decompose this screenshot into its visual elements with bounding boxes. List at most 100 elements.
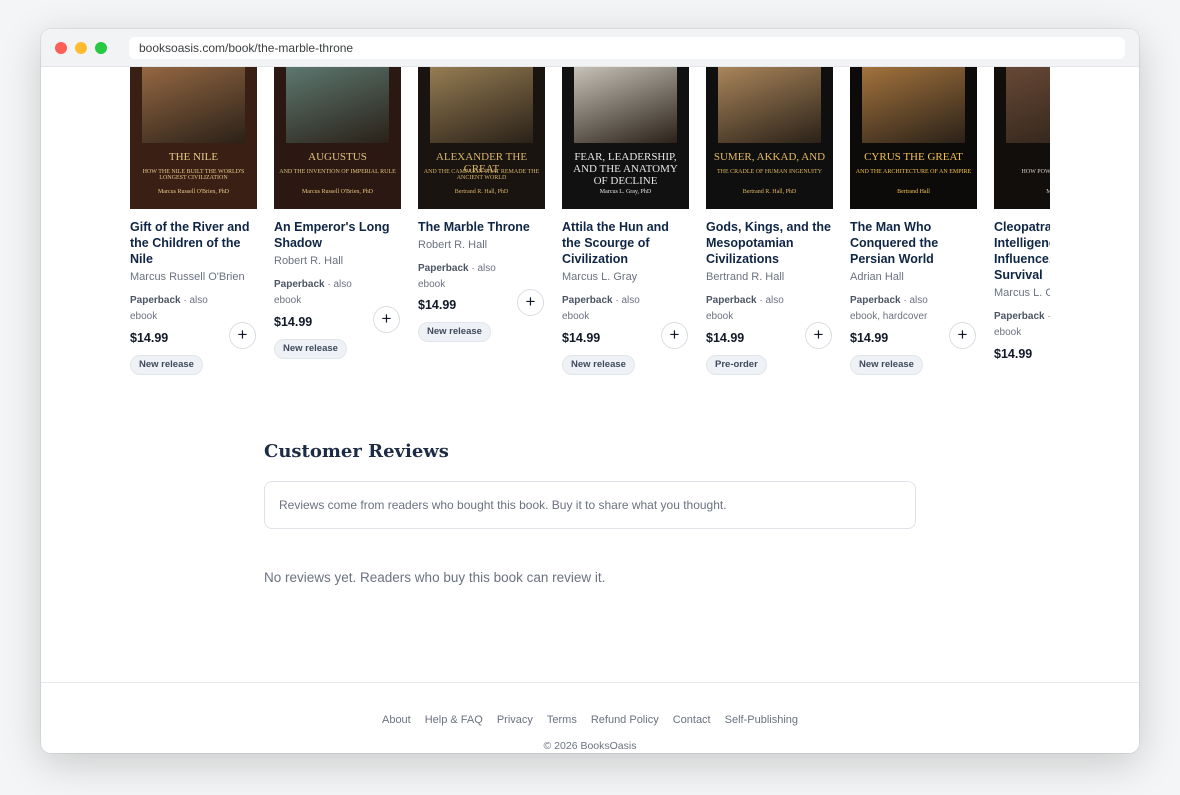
maximize-window-button[interactable] <box>95 42 107 54</box>
book-author[interactable]: Robert R. Hall <box>418 238 545 252</box>
book-price: $14.99 <box>706 331 745 345</box>
cover-author-text: Bertrand R. Hall, PhD <box>454 189 509 195</box>
book-format: Paperback · also ebook <box>994 309 1050 341</box>
cover-author-text: Marcus... <box>1046 189 1050 195</box>
cover-subtitle-text: THE CRADLE OF HUMAN INGENUITY <box>717 169 822 175</box>
book-author[interactable]: Marcus L. Gray <box>994 286 1050 300</box>
status-badge: New release <box>562 355 635 375</box>
cover-title-text: AUGUSTUS <box>308 151 367 163</box>
format-label: Paperback <box>274 279 325 290</box>
book-price: $14.99 <box>418 298 457 312</box>
minimize-window-button[interactable] <box>75 42 87 54</box>
book-author[interactable]: Adrian Hall <box>850 270 977 284</box>
book-author[interactable]: Marcus L. Gray <box>562 270 689 284</box>
book-title-link[interactable]: The Man Who Conquered the Persian World <box>850 219 977 267</box>
cover-illustration <box>1006 67 1050 143</box>
book-format: Paperback · also ebook, hardcover <box>850 293 950 325</box>
cover-illustration <box>862 67 965 143</box>
cover-subtitle-text: AND THE CAMPAIGN THAT REMADE THE ANCIENT… <box>423 169 540 181</box>
copyright-text: © 2026 BooksOasis <box>543 740 637 752</box>
book-title-link[interactable]: Gift of the River and the Children of th… <box>130 219 257 267</box>
cover-subtitle-text: AND THE INVENTION OF IMPERIAL RULE <box>279 169 396 175</box>
site-footer: About Help & FAQ Privacy Terms Refund Policy… <box>41 682 1139 753</box>
cover-author-text: Bertrand Hall <box>897 189 930 195</box>
reviews-notice: Reviews come from readers who bought thi… <box>264 481 916 529</box>
book-author[interactable]: Bertrand R. Hall <box>706 270 833 284</box>
book-cover-image[interactable]: FEAR, LEADERSHIP, AND THE ANATOMY OF DEC… <box>562 67 689 209</box>
cover-title-text: FEAR, LEADERSHIP, AND THE ANATOMY OF DEC… <box>573 151 678 187</box>
book-title-link[interactable]: Cleopatra's Intelligence, Influence, and… <box>994 219 1050 283</box>
book-format: Paperback · also ebook <box>706 293 806 325</box>
cover-title-text: THE NILE <box>168 151 219 163</box>
format-label: Paperback <box>562 295 613 306</box>
book-price: $14.99 <box>130 331 169 345</box>
footer-link[interactable]: About <box>382 714 411 726</box>
add-to-cart-button[interactable]: + <box>229 322 256 349</box>
footer-link[interactable]: Privacy <box>497 714 533 726</box>
status-badge: New release <box>418 322 491 342</box>
format-label: Paperback <box>130 295 181 306</box>
cover-author-text: Bertrand R. Hall, PhD <box>742 189 797 195</box>
cover-illustration <box>718 67 821 143</box>
related-books-carousel[interactable]: THE NILE HOW THE NILE BUILT THE WORLD'S L… <box>130 67 1050 407</box>
format-label: Paperback <box>418 263 469 274</box>
book-cover-image[interactable]: SUMER, AKKAD, AND THE CRADLE OF HUMAN ING… <box>706 67 833 209</box>
customer-reviews-heading: Customer Reviews <box>264 441 449 462</box>
book-cover-image[interactable]: ALEXANDER THE GREAT AND THE CAMPAIGN THAT… <box>418 67 545 209</box>
page-viewport: THE NILE HOW THE NILE BUILT THE WORLD'S L… <box>41 67 1139 753</box>
browser-titlebar: booksoasis.com/book/the-marble-throne <box>41 29 1139 67</box>
cover-subtitle-text: AND THE ARCHITECTURE OF AN EMPIRE <box>855 169 972 175</box>
add-to-cart-button[interactable]: + <box>373 306 400 333</box>
cover-author-text: Marcus L. Gray, PhD <box>599 189 652 195</box>
book-title-link[interactable]: The Marble Throne <box>418 219 545 235</box>
status-badge: New release <box>850 355 923 375</box>
cover-author-text: Marcus Russell O'Brien, PhD <box>301 189 374 195</box>
book-price: $14.99 <box>850 331 889 345</box>
footer-link[interactable]: Contact <box>673 714 711 726</box>
cover-subtitle-text: HOW THE NILE BUILT THE WORLD'S LONGEST C… <box>142 169 245 181</box>
address-bar[interactable]: booksoasis.com/book/the-marble-throne <box>129 37 1125 59</box>
add-to-cart-button[interactable]: + <box>805 322 832 349</box>
no-reviews-message: No reviews yet. Readers who buy this boo… <box>264 570 606 585</box>
status-badge: Pre-order <box>706 355 767 375</box>
add-to-cart-button[interactable]: + <box>949 322 976 349</box>
book-format: Paperback · also ebook <box>418 261 518 293</box>
cover-illustration <box>574 67 677 143</box>
book-format: Paperback · also ebook <box>130 293 230 325</box>
format-label: Paperback <box>706 295 757 306</box>
book-title-link[interactable]: Attila the Hun and the Scourge of Civili… <box>562 219 689 267</box>
book-author[interactable]: Marcus Russell O'Brien <box>130 270 257 284</box>
footer-link[interactable]: Terms <box>547 714 577 726</box>
footer-link[interactable]: Refund Policy <box>591 714 659 726</box>
cover-illustration <box>142 67 245 143</box>
book-price: $14.99 <box>274 315 313 329</box>
cover-title-text: CYRUS THE GREAT <box>864 151 963 163</box>
cover-illustration <box>430 67 533 143</box>
cover-author-text: Marcus Russell O'Brien, PhD <box>157 189 230 195</box>
status-badge: New release <box>274 339 347 359</box>
book-cover-image[interactable]: HOW POWER... EDGE OF... Marcus... <box>994 67 1050 209</box>
book-cover-image[interactable]: CYRUS THE GREAT AND THE ARCHITECTURE OF A… <box>850 67 977 209</box>
cover-title-text: SUMER, AKKAD, AND <box>713 151 826 163</box>
book-title-link[interactable]: Gods, Kings, and the Mesopotamian Civili… <box>706 219 833 267</box>
status-badge: New release <box>130 355 203 375</box>
cover-illustration <box>286 67 389 143</box>
footer-link[interactable]: Help & FAQ <box>425 714 483 726</box>
browser-window: booksoasis.com/book/the-marble-throne TH… <box>41 29 1139 753</box>
book-price: $14.99 <box>994 347 1033 361</box>
book-cover-image[interactable]: THE NILE HOW THE NILE BUILT THE WORLD'S L… <box>130 67 257 209</box>
book-format: Paperback · also ebook <box>562 293 662 325</box>
footer-links: About Help & FAQ Privacy Terms Refund Policy… <box>41 714 1139 726</box>
add-to-cart-button[interactable]: + <box>517 289 544 316</box>
format-label: Paperback <box>994 311 1045 322</box>
book-price: $14.99 <box>562 331 601 345</box>
book-title-link[interactable]: An Emperor's Long Shadow <box>274 219 401 251</box>
book-cover-image[interactable]: AUGUSTUS AND THE INVENTION OF IMPERIAL RU… <box>274 67 401 209</box>
book-format: Paperback · also ebook <box>274 277 374 309</box>
add-to-cart-button[interactable]: + <box>661 322 688 349</box>
book-author[interactable]: Robert R. Hall <box>274 254 401 268</box>
cover-subtitle-text: HOW POWER... EDGE OF... <box>1021 169 1050 175</box>
footer-link[interactable]: Self-Publishing <box>725 714 798 726</box>
close-window-button[interactable] <box>55 42 67 54</box>
format-label: Paperback <box>850 295 901 306</box>
